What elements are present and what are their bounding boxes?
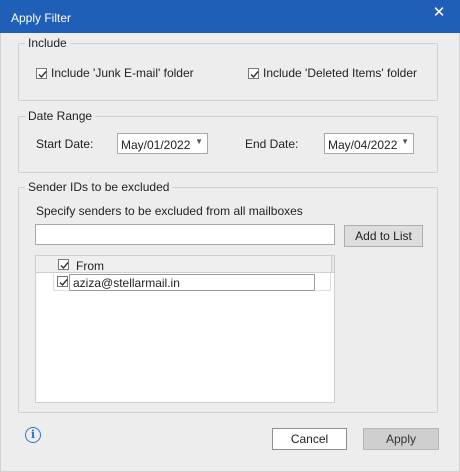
sender-grid: From aziza@stellarmail.in xyxy=(35,255,335,403)
add-to-list-button[interactable]: Add to List xyxy=(344,225,423,247)
title-bar: Apply Filter ✕ xyxy=(0,0,460,33)
cancel-button[interactable]: Cancel xyxy=(272,428,347,450)
start-date-value: May/01/2022 xyxy=(121,138,191,152)
chevron-down-icon[interactable]: ▼ xyxy=(401,137,409,146)
row-email-cell[interactable]: aziza@stellarmail.in xyxy=(69,274,315,291)
info-icon[interactable]: i xyxy=(25,427,41,443)
end-date-label: End Date: xyxy=(245,137,299,151)
close-icon[interactable]: ✕ xyxy=(430,4,448,22)
checkbox-deleted[interactable] xyxy=(248,67,259,79)
include-legend: Include xyxy=(25,36,70,50)
checkbox-junk[interactable] xyxy=(36,67,47,79)
select-all-checkbox[interactable] xyxy=(58,259,69,270)
end-date-picker[interactable]: May/04/2022 ▼ xyxy=(324,133,414,154)
apply-button[interactable]: Apply xyxy=(363,428,439,450)
window-title: Apply Filter xyxy=(11,11,72,25)
start-date-picker[interactable]: May/01/2022 ▼ xyxy=(117,133,208,154)
row-email: aziza@stellarmail.in xyxy=(73,276,180,290)
chevron-down-icon[interactable]: ▼ xyxy=(195,137,203,146)
sender-legend: Sender IDs to be excluded xyxy=(25,180,173,194)
end-date-value: May/04/2022 xyxy=(328,138,398,152)
deleted-items-label: Include 'Deleted Items' folder xyxy=(263,66,417,80)
junk-email-checkbox[interactable]: Include 'Junk E-mail' folder xyxy=(36,66,194,80)
sender-input[interactable] xyxy=(35,224,335,245)
from-column-header[interactable]: From xyxy=(76,259,104,273)
deleted-items-checkbox[interactable]: Include 'Deleted Items' folder xyxy=(248,66,417,80)
start-date-label: Start Date: xyxy=(36,137,94,151)
junk-email-label: Include 'Junk E-mail' folder xyxy=(51,66,194,80)
row-selector xyxy=(36,273,54,291)
grid-header: From xyxy=(36,256,331,273)
sender-description: Specify senders to be excluded from all … xyxy=(36,204,303,218)
row-checkbox[interactable] xyxy=(57,276,68,287)
grid-header-filler xyxy=(331,256,334,273)
date-range-legend: Date Range xyxy=(25,109,96,123)
